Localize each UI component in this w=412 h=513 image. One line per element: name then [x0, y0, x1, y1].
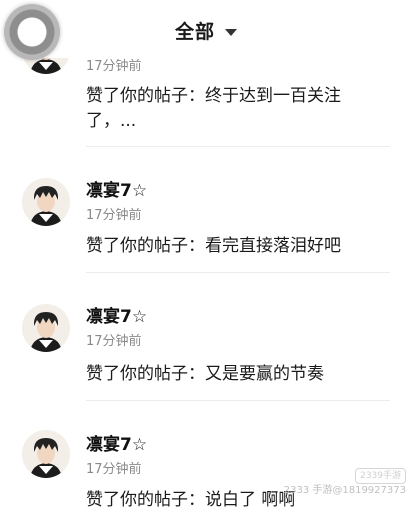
watermark: 2339手游 2333 手游@1819927373 — [284, 468, 406, 498]
top-bar: 全部 — [0, 0, 412, 58]
avatar[interactable] — [22, 304, 70, 352]
floating-assistive-button[interactable] — [4, 4, 60, 60]
notification-message: 赞了你的帖子：终于达到一百关注了，... — [86, 86, 341, 131]
filter-dropdown[interactable]: 全部 — [0, 17, 412, 44]
timestamp: 17分钟前 — [86, 462, 142, 477]
watermark-badge: 2339手游 — [355, 468, 406, 484]
username[interactable]: 凛宴7☆ — [86, 302, 147, 327]
watermark-text: 2333 手游@1819927373 — [283, 485, 406, 496]
avatar[interactable] — [22, 430, 70, 478]
divider — [86, 272, 390, 273]
timestamp: 17分钟前 — [86, 334, 142, 349]
notification-message: 赞了你的帖子：看完直接落泪好吧 — [86, 236, 341, 256]
divider — [86, 146, 390, 147]
username[interactable]: 凛宴7☆ — [86, 430, 147, 455]
divider — [86, 400, 390, 401]
caret-down-icon — [225, 29, 237, 36]
filter-label: 全部 — [174, 21, 215, 43]
avatar[interactable] — [22, 178, 70, 226]
timestamp: 17分钟前 — [86, 208, 142, 223]
username[interactable]: 凛宴7☆ — [86, 176, 147, 201]
notification-message: 赞了你的帖子：又是要赢的节奏 — [86, 364, 324, 384]
